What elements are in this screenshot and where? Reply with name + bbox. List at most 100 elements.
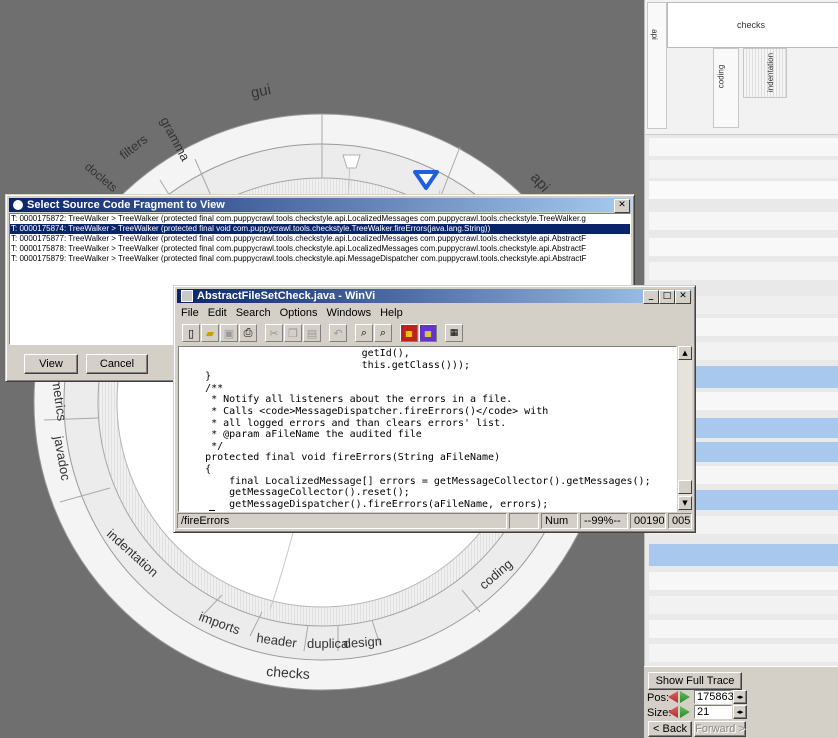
pos-input[interactable]: 175863 [694,690,734,704]
pos-spinner[interactable]: ◂▸ [733,690,747,704]
cut-icon[interactable]: ✂ [265,324,283,342]
label-filters: filters [117,131,151,162]
label-checks: checks [266,663,311,682]
list-item[interactable]: T: 0000175872: TreeWalker > TreeWalker (… [10,214,630,224]
print-icon[interactable]: ⎙ [239,324,257,342]
minimap-label-api: api [649,29,659,40]
editor-menubar: File Edit Search Options Windows Help [177,305,692,321]
back-button[interactable]: < Back [648,721,692,737]
menu-edit[interactable]: Edit [208,307,227,319]
status-col: 005 [668,513,692,529]
cancel-button[interactable]: Cancel [86,354,148,374]
editor-title: AbstractFileSetCheck.java - WinVi [197,290,376,302]
trace-row[interactable] [649,596,838,614]
code-line: */ [181,440,224,452]
highlight-icon[interactable]: ▦ [419,324,437,342]
menu-file[interactable]: File [181,307,199,319]
editor-window: AbstractFileSetCheck.java - WinVi _ □ ✕ … [173,285,696,533]
size-spinner[interactable]: ◂▸ [733,705,747,719]
pos-left-arrow-icon[interactable] [668,691,678,703]
status-line: 00190 [630,513,666,529]
code-line: /** [181,382,224,394]
maximize-icon[interactable]: □ [659,290,675,304]
menu-windows[interactable]: Windows [326,307,371,319]
scroll-down-icon[interactable]: ▼ [678,496,692,510]
copy-icon[interactable]: ❐ [284,324,302,342]
code-line: * @param aFileName the audited file [181,429,422,441]
editor-scrollbar[interactable]: ▲ ▼ [678,346,692,510]
size-input[interactable]: 21 [694,705,732,719]
winvi-icon [181,290,193,302]
status-percent: --99%-- [580,513,628,529]
trace-row[interactable] [649,212,838,230]
color-settings-icon[interactable]: ▦ [400,324,418,342]
trace-minimap[interactable]: checks api coding indentation [645,0,838,135]
code-line: { [181,463,212,475]
status-num: Num [541,513,578,529]
trace-row[interactable] [649,138,838,156]
code-line: final LocalizedMessage[] errors = getMes… [181,475,651,487]
code-line: getMessageDispatcher().fireErrors(aFileN… [181,498,549,510]
pos-right-arrow-icon[interactable] [680,691,690,703]
code-line: * Calls <code>MessageDispatcher.fireErro… [181,405,549,417]
select-dialog-titlebar[interactable]: Select Source Code Fragment to View ✕ [9,198,631,213]
paste-icon[interactable]: ▤ [303,324,321,342]
size-label: Size: [647,707,672,719]
forward-button[interactable]: Forward > [694,721,746,737]
select-dialog-title: Select Source Code Fragment to View [27,199,225,211]
close-icon[interactable]: ✕ [614,199,630,213]
minimap-label-checks: checks [737,20,766,30]
pos-label: Pos: [647,692,670,704]
code-line-cursor [179,510,676,511]
trace-row[interactable] [649,181,838,199]
trace-row[interactable] [649,262,838,280]
label-design: design [343,633,382,651]
menu-help[interactable]: Help [380,307,403,319]
scroll-thumb[interactable] [678,480,692,494]
trace-row[interactable] [649,620,838,638]
code-line: } [181,371,212,383]
label-gui: gui [249,81,272,102]
trace-row[interactable] [649,572,838,590]
label-doclets: doclets [82,160,120,195]
undo-icon[interactable]: ↶ [329,324,347,342]
app-icon [13,200,23,210]
code-line: protected final void fireErrors(String a… [181,452,501,464]
status-search: /fireErrors [177,513,507,529]
minimize-icon[interactable]: _ [643,290,659,304]
view-button[interactable]: View [24,354,78,374]
show-full-trace-button[interactable]: Show Full Trace [648,672,742,690]
code-line: * Notify all listeners about the errors … [181,394,513,406]
list-item[interactable]: T: 0000175879: TreeWalker > TreeWalker (… [10,254,630,264]
find-icon[interactable]: ⌕ [355,324,373,342]
windows-icon[interactable]: ▦ [445,324,463,342]
save-icon[interactable]: ▣ [220,324,238,342]
minimap-label-indentation: indentation [766,52,776,93]
trace-row[interactable] [649,160,838,178]
code-line: getMessageCollector().reset(); [181,487,410,499]
code-line: getId(), [181,348,410,359]
list-item[interactable]: T: 0000175877: TreeWalker > TreeWalker (… [10,234,630,244]
list-item-selected[interactable]: T: 0000175874: TreeWalker > TreeWalker (… [10,224,630,234]
size-right-arrow-icon[interactable] [680,706,690,718]
trace-controls: Show Full Trace Pos: 175863 ◂▸ Size: 21 … [644,666,838,738]
find-next-icon[interactable]: ⌕ [374,324,392,342]
scroll-up-icon[interactable]: ▲ [678,346,692,360]
new-file-icon[interactable]: ▯ [182,324,200,342]
trace-row-highlighted[interactable] [649,544,838,566]
trace-row[interactable] [649,238,838,256]
close-icon[interactable]: ✕ [675,290,691,304]
list-item[interactable]: T: 0000175878: TreeWalker > TreeWalker (… [10,244,630,254]
editor-titlebar[interactable]: AbstractFileSetCheck.java - WinVi _ □ ✕ [177,289,692,304]
menu-options[interactable]: Options [280,307,318,319]
editor-statusbar: /fireErrors Num --99%-- 00190 005 [177,513,692,529]
label-api: api [527,169,553,195]
code-line: * all logged errors and than clears erro… [181,417,507,429]
code-editor[interactable]: getId(), this.getClass())); } /** * Noti… [178,346,677,512]
open-folder-icon[interactable]: ▰ [201,324,219,342]
editor-toolbar: ▯ ▰ ▣ ⎙ ✂ ❐ ▤ ↶ ⌕ ⌕ ▦ ▦ ▦ [177,322,692,344]
code-line: this.getClass())); [181,359,470,371]
trace-row[interactable] [649,644,838,662]
menu-search[interactable]: Search [236,307,271,319]
text-cursor [209,510,215,511]
